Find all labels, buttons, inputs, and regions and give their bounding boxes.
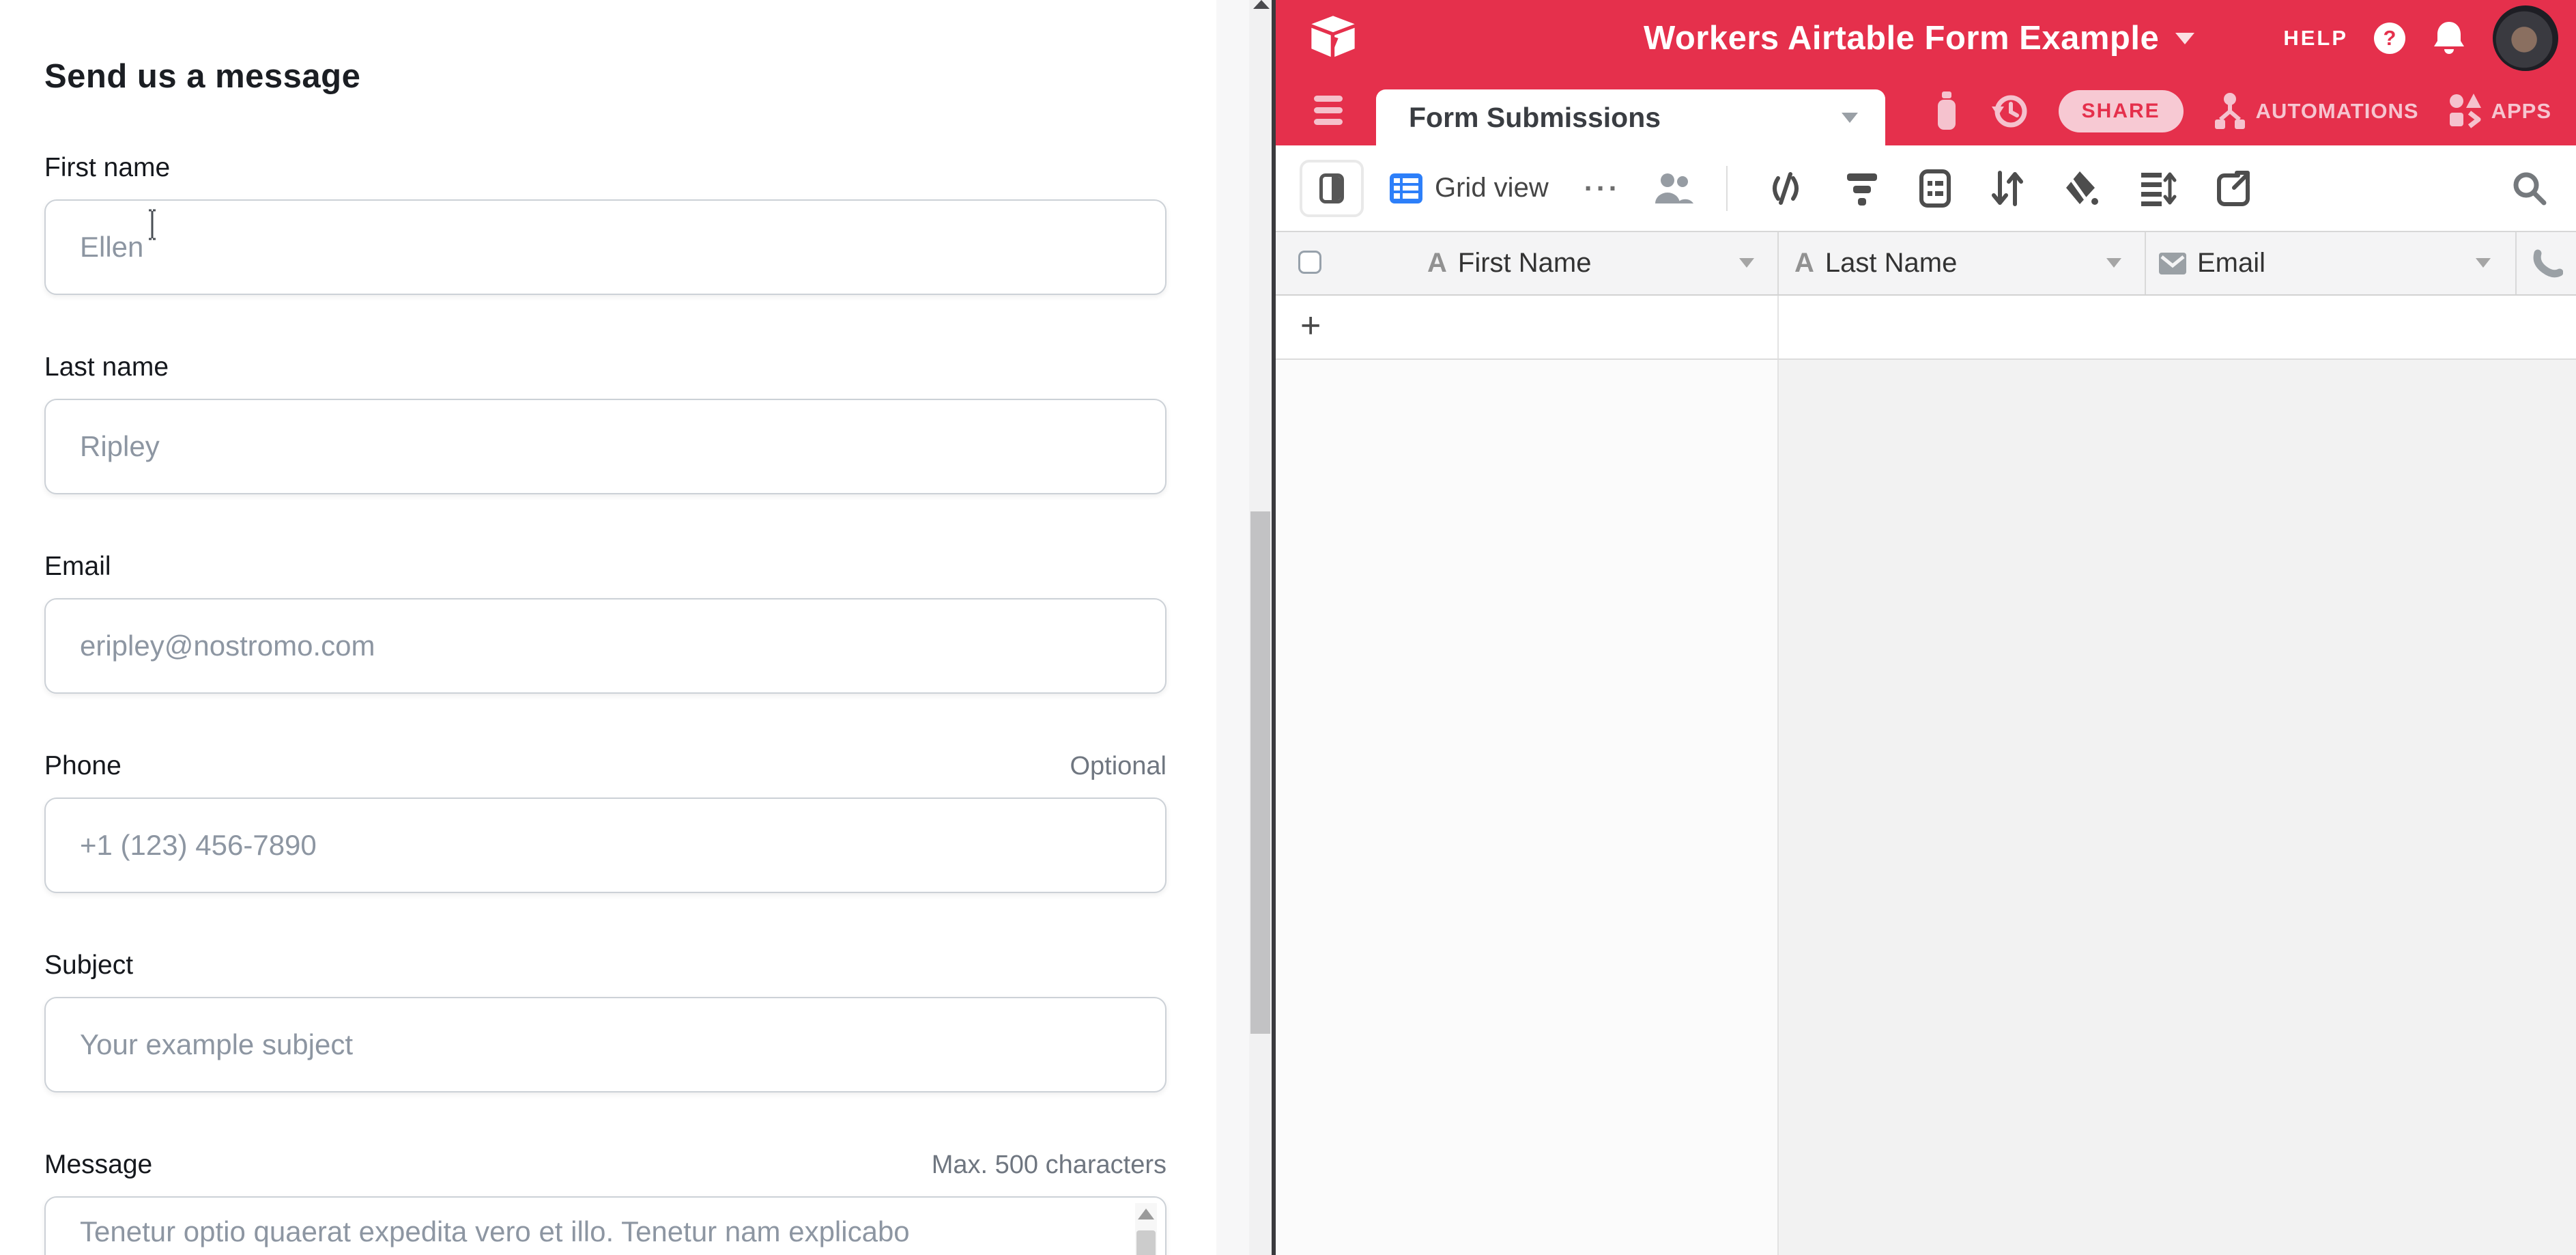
notifications-bell-icon[interactable]	[2431, 19, 2467, 57]
column-header-email[interactable]: Email	[2159, 232, 2265, 294]
text-field-type-icon: A	[1794, 248, 1814, 279]
automations-label: AUTOMATIONS	[2256, 99, 2419, 124]
message-maxchars-hint: Max. 500 characters	[932, 1151, 1167, 1180]
phone-field: Phone Optional	[44, 751, 1167, 893]
column-caret-icon[interactable]	[2476, 258, 2491, 268]
airtable-logo-icon	[1308, 14, 1358, 63]
view-name-label[interactable]: Grid view	[1435, 173, 1549, 203]
sidebar-menu-icon[interactable]	[1314, 96, 1343, 130]
email-field-type-icon	[2159, 253, 2186, 274]
share-button[interactable]: SHARE	[2059, 90, 2184, 132]
base-title[interactable]: Workers Airtable Form Example	[1644, 19, 2159, 57]
select-all-checkbox[interactable]	[1298, 251, 1321, 274]
help-button[interactable]: HELP	[2283, 26, 2348, 51]
form-title: Send us a message	[44, 57, 1167, 96]
column-label: Last Name	[1825, 248, 1957, 279]
phone-label: Phone	[44, 751, 121, 781]
row-height-icon[interactable]	[2138, 169, 2177, 208]
first-name-label: First name	[44, 153, 170, 183]
email-field: Email	[44, 552, 1167, 694]
filter-icon[interactable]	[1844, 169, 1880, 208]
column-header-first-name[interactable]: A First Name	[1427, 232, 1591, 294]
subject-label: Subject	[44, 950, 133, 981]
message-field: Message Max. 500 characters Tenetur opti…	[44, 1150, 1167, 1255]
hide-fields-icon[interactable]	[1766, 169, 1805, 208]
apps-button[interactable]: APPS	[2448, 92, 2551, 130]
message-text: Tenetur optio quaerat expedita vero et i…	[80, 1215, 1117, 1248]
subject-field: Subject	[44, 950, 1167, 1092]
search-icon[interactable]	[2510, 169, 2549, 208]
toolbar-divider	[1726, 166, 1728, 211]
column-label: Email	[2197, 248, 2265, 279]
apps-label: APPS	[2491, 99, 2551, 124]
user-avatar[interactable]	[2493, 5, 2558, 71]
column-caret-icon[interactable]	[1739, 258, 1754, 268]
airtable-topbar: Workers Airtable Form Example HELP ?	[1276, 0, 2576, 76]
color-icon[interactable]	[2062, 169, 2100, 208]
page-scroll-gutter	[1216, 0, 1249, 1255]
text-field-type-icon: A	[1427, 248, 1447, 279]
column-label: First Name	[1458, 248, 1592, 279]
collaborators-icon[interactable]	[1652, 172, 1695, 205]
airtable-pane: Workers Airtable Form Example HELP ? For…	[1276, 0, 2576, 1255]
phone-field-type-icon	[2532, 248, 2563, 279]
column-caret-icon[interactable]	[2106, 258, 2121, 268]
last-name-label: Last name	[44, 352, 169, 382]
share-view-icon[interactable]	[2215, 169, 2253, 208]
table-tab-caret-icon[interactable]	[1842, 113, 1858, 123]
table-tab-label: Form Submissions	[1409, 102, 1661, 134]
trash-icon[interactable]	[1932, 90, 1962, 132]
group-icon[interactable]	[1919, 169, 1951, 208]
grid-view-icon	[1390, 173, 1422, 203]
message-scrollbar-thumb[interactable]	[1136, 1230, 1156, 1255]
table-tab-form-submissions[interactable]: Form Submissions	[1376, 89, 1885, 145]
history-icon[interactable]	[1990, 91, 2030, 131]
first-name-input[interactable]	[44, 199, 1167, 295]
ibeam-cursor	[147, 209, 158, 240]
view-toolbar: Grid view ···	[1276, 145, 2576, 231]
first-name-field: First name	[44, 153, 1167, 295]
email-label: Email	[44, 552, 111, 582]
grid-canvas-first-column	[1276, 360, 1777, 1255]
form-scrollbar-thumb[interactable]	[1250, 511, 1270, 1034]
screenshot-root: Send us a message First name Last name E…	[0, 0, 2576, 1255]
form-scroll-up-arrow-icon[interactable]	[1253, 0, 1270, 9]
view-sidebar-toggle-button[interactable]	[1300, 160, 1364, 217]
view-options-ellipsis[interactable]: ···	[1584, 172, 1621, 205]
message-textarea[interactable]: Tenetur optio quaerat expedita vero et i…	[44, 1196, 1167, 1255]
message-label: Message	[44, 1150, 152, 1180]
last-name-field: Last name	[44, 352, 1167, 494]
contact-form-pane: Send us a message First name Last name E…	[0, 0, 1216, 1255]
email-input[interactable]	[44, 598, 1167, 694]
phone-input[interactable]	[44, 798, 1167, 893]
base-title-caret-icon[interactable]	[2175, 33, 2194, 44]
column-header-phone[interactable]: P	[2532, 232, 2576, 294]
help-question-icon[interactable]: ?	[2374, 23, 2405, 54]
sort-icon[interactable]	[1990, 169, 2024, 208]
grid-column-header-row: A First Name A Last Name Email	[1276, 231, 2576, 296]
phone-optional-hint: Optional	[1070, 752, 1167, 781]
add-row-plus-icon[interactable]: +	[1300, 305, 1321, 346]
airtable-tabbar: Form Submissions SHARE	[1276, 76, 2576, 145]
subject-input[interactable]	[44, 997, 1167, 1092]
last-name-input[interactable]	[44, 399, 1167, 494]
apps-icon	[2448, 92, 2483, 130]
grid-add-row[interactable]: +	[1276, 296, 2576, 360]
automations-icon	[2212, 92, 2248, 130]
grid-canvas-column-border	[1777, 360, 1779, 1255]
message-scroll-up-arrow-icon[interactable]	[1138, 1209, 1154, 1219]
column-header-last-name[interactable]: A Last Name	[1794, 232, 1957, 294]
automations-button[interactable]: AUTOMATIONS	[2212, 92, 2419, 130]
collapsed-sidebar-icon	[1319, 173, 1344, 203]
